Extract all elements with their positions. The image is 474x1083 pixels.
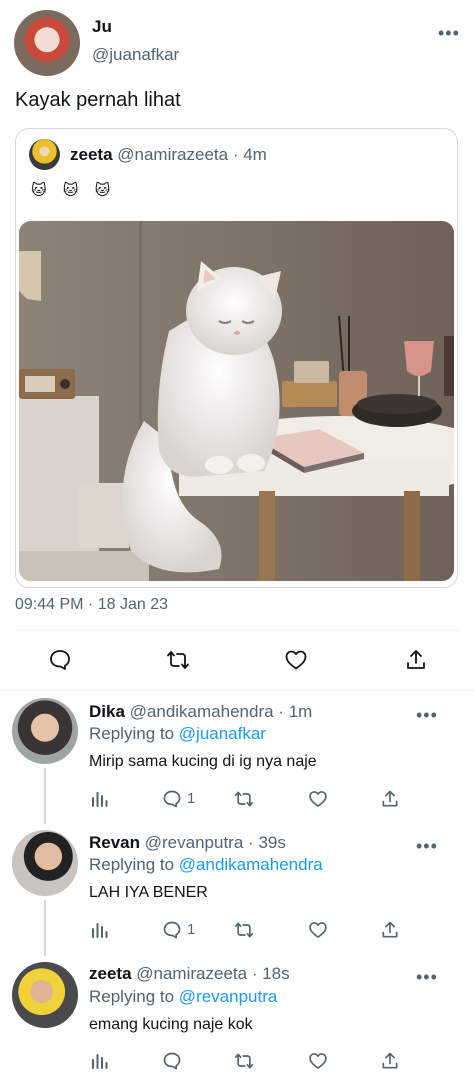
separator-dot: · — [232, 145, 239, 164]
thread-line — [44, 768, 46, 824]
more-options-icon[interactable]: ••• — [416, 706, 438, 724]
reply-count: 1 — [187, 790, 196, 807]
share-icon[interactable] — [380, 1051, 400, 1071]
quoted-tweet-header: zeeta @namirazeeta · 4m — [70, 145, 267, 165]
author-handle[interactable]: @juanafkar — [92, 45, 179, 65]
separator-dot: · — [278, 702, 284, 721]
divider — [15, 630, 459, 631]
reply-avatar[interactable] — [12, 698, 78, 764]
reply-author-name[interactable]: Revan — [89, 833, 140, 852]
tweet-timestamp[interactable]: 09:44 PM · 18 Jan 23 — [15, 596, 168, 614]
tweet-text: Kayak pernah lihat — [15, 89, 181, 111]
retweet-icon[interactable] — [234, 1051, 254, 1071]
reply-icon[interactable] — [162, 789, 182, 809]
divider — [0, 690, 474, 691]
reply-time: 1m — [288, 702, 313, 721]
reply-count: 1 — [187, 921, 196, 938]
reply-header: Dika @andikamahendra · 1m — [89, 702, 312, 722]
separator-dot: · — [248, 833, 254, 852]
more-options-icon[interactable]: ••• — [416, 837, 438, 855]
replying-to: Replying to @revanputra — [89, 987, 277, 1007]
reply-text: LAH IYA BENER — [89, 884, 208, 901]
author-avatar[interactable] — [14, 10, 80, 76]
retweet-icon[interactable] — [234, 920, 254, 940]
reply-avatar[interactable] — [12, 830, 78, 896]
reply-author-name[interactable]: Dika — [89, 702, 125, 721]
separator-dot: · — [251, 964, 258, 983]
quoted-author-handle: @namirazeeta — [117, 145, 229, 164]
replying-to-handle[interactable]: @juanafkar — [179, 724, 266, 743]
replying-to-handle[interactable]: @revanputra — [179, 987, 278, 1006]
replying-to-label: Replying to — [89, 724, 179, 743]
cat-photo[interactable] — [19, 221, 454, 581]
share-icon[interactable] — [380, 920, 400, 940]
reply-text: Mirip sama kucing di ig nya naje — [89, 753, 317, 770]
replying-to-label: Replying to — [89, 987, 179, 1006]
like-icon[interactable] — [284, 648, 308, 672]
quoted-author-avatar — [29, 139, 60, 170]
retweet-icon[interactable] — [234, 789, 254, 809]
retweet-icon[interactable] — [166, 648, 190, 672]
analytics-icon[interactable] — [90, 789, 110, 809]
share-icon[interactable] — [404, 648, 428, 672]
reply-author-handle[interactable]: @revanputra — [145, 833, 244, 852]
replying-to: Replying to @juanafkar — [89, 724, 266, 744]
replying-to-label: Replying to — [89, 855, 179, 874]
quoted-tweet-text: 🐱 🐱 🐱 — [31, 182, 117, 199]
reply-icon[interactable] — [162, 1051, 182, 1071]
analytics-icon[interactable] — [90, 920, 110, 940]
replying-to-handle[interactable]: @andikamahendra — [179, 855, 323, 874]
reply-time: 39s — [258, 833, 286, 852]
cat-photo-illustration — [19, 221, 454, 581]
quoted-tweet-card[interactable]: zeeta @namirazeeta · 4m 🐱 🐱 🐱 — [15, 128, 458, 588]
reply-author-handle[interactable]: @namirazeeta — [136, 964, 247, 983]
reply-time: 18s — [262, 964, 290, 983]
like-icon[interactable] — [308, 789, 328, 809]
reply-icon[interactable] — [48, 648, 72, 672]
reply-icon[interactable] — [162, 920, 182, 940]
quoted-tweet-time: 4m — [243, 145, 267, 164]
reply-text: emang kucing naje kok — [89, 1016, 253, 1033]
author-name[interactable]: Ju — [92, 17, 112, 37]
replying-to: Replying to @andikamahendra — [89, 855, 323, 875]
like-icon[interactable] — [308, 920, 328, 940]
more-options-icon[interactable]: ••• — [438, 24, 460, 42]
share-icon[interactable] — [380, 789, 400, 809]
analytics-icon[interactable] — [90, 1051, 110, 1071]
reply-avatar[interactable] — [12, 962, 78, 1028]
quoted-author-name: zeeta — [70, 145, 113, 164]
thread-line — [44, 900, 46, 956]
reply-header: Revan @revanputra · 39s — [89, 833, 286, 853]
like-icon[interactable] — [308, 1051, 328, 1071]
reply-author-handle[interactable]: @andikamahendra — [130, 702, 274, 721]
reply-header: zeeta @namirazeeta · 18s — [89, 964, 290, 984]
reply-author-name[interactable]: zeeta — [89, 964, 132, 983]
more-options-icon[interactable]: ••• — [416, 968, 438, 986]
